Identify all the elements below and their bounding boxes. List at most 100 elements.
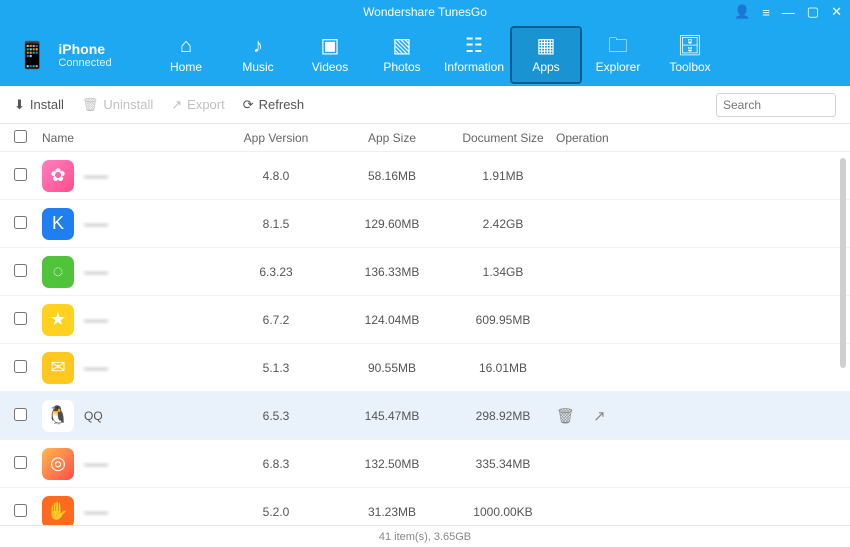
export-icon: ↗ — [171, 97, 182, 113]
app-size: 136.33MB — [334, 265, 450, 279]
doc-size: 2.42GB — [450, 217, 556, 231]
information-icon: ☷ — [465, 36, 483, 56]
install-icon: ⬇ — [14, 97, 25, 113]
app-size: 31.23MB — [334, 505, 450, 519]
window-title: Wondershare TunesGo — [0, 5, 850, 19]
table-row[interactable]: ◌——6.3.23136.33MB1.34GB — [0, 248, 850, 296]
app-size: 124.04MB — [334, 313, 450, 327]
app-icon: 🐧 — [42, 400, 74, 432]
search-input[interactable] — [723, 98, 850, 112]
menu-icon[interactable]: ≡ — [762, 5, 770, 20]
uninstall-button[interactable]: 🗑Uninstall — [82, 97, 153, 113]
app-icon: ★ — [42, 304, 74, 336]
tab-explorer[interactable]: 🗀 Explorer — [582, 24, 654, 86]
app-name: —— — [84, 457, 108, 471]
doc-size: 1.34GB — [450, 265, 556, 279]
home-icon: ⌂ — [180, 36, 192, 56]
app-icon: ✉ — [42, 352, 74, 384]
app-version: 8.1.5 — [218, 217, 334, 231]
app-version: 6.7.2 — [218, 313, 334, 327]
doc-size: 335.34MB — [450, 457, 556, 471]
app-version: 6.3.23 — [218, 265, 334, 279]
row-checkbox[interactable] — [14, 312, 27, 325]
app-icon: ✋ — [42, 496, 74, 526]
app-size: 58.16MB — [334, 169, 450, 183]
tab-label: Videos — [312, 60, 348, 74]
tab-photos[interactable]: ▧Photos — [366, 24, 438, 86]
tab-music[interactable]: ♪Music — [222, 24, 294, 86]
install-button[interactable]: ⬇Install — [14, 97, 64, 113]
search-box[interactable]: 🔍 — [716, 93, 836, 117]
row-checkbox[interactable] — [14, 168, 27, 181]
col-version[interactable]: App Version — [218, 131, 334, 145]
app-version: 5.2.0 — [218, 505, 334, 519]
row-checkbox[interactable] — [14, 264, 27, 277]
scroll-thumb[interactable] — [840, 158, 846, 368]
tab-information[interactable]: ☷ Information — [438, 24, 510, 86]
row-checkbox[interactable] — [14, 216, 27, 229]
delete-icon[interactable]: 🗑 — [556, 407, 575, 425]
toolbox-icon: 🗄 — [677, 36, 702, 56]
tab-label: Home — [170, 60, 202, 74]
doc-size: 298.92MB — [450, 409, 556, 423]
row-checkbox[interactable] — [14, 456, 27, 469]
table-row[interactable]: 🐧QQ6.5.3145.47MB298.92MB🗑↗ — [0, 392, 850, 440]
minimize-icon[interactable]: — — [782, 5, 795, 20]
scrollbar[interactable] — [840, 158, 846, 519]
maximize-icon[interactable]: ▢ — [807, 4, 819, 20]
app-name: —— — [84, 169, 108, 183]
doc-size: 1000.00KB — [450, 505, 556, 519]
apps-icon: ▦ — [537, 36, 556, 56]
app-name: —— — [84, 505, 108, 519]
tab-label: Explorer — [596, 60, 641, 74]
table-row[interactable]: ✋ —— 5.2.031.23MB1000.00KB — [0, 488, 850, 525]
user-icon[interactable]: 👤 — [734, 4, 750, 20]
explorer-icon: 🗀 — [608, 36, 628, 56]
table-row[interactable]: ✿——4.8.058.16MB1.91MB — [0, 152, 850, 200]
row-operations: 🗑↗ — [556, 407, 686, 425]
device-status: Connected — [58, 57, 111, 69]
row-checkbox[interactable] — [14, 360, 27, 373]
close-icon[interactable]: ✕ — [831, 4, 842, 20]
device-name: iPhone — [58, 41, 111, 57]
uninstall-icon: 🗑 — [82, 97, 99, 113]
videos-icon: ▣ — [321, 36, 340, 56]
table-row[interactable]: ✉——5.1.390.55MB16.01MB — [0, 344, 850, 392]
tab-toolbox[interactable]: 🗄Toolbox — [654, 24, 726, 86]
col-operation: Operation — [556, 131, 686, 145]
tab-videos[interactable]: ▣ Videos — [294, 24, 366, 86]
col-size[interactable]: App Size — [334, 131, 450, 145]
select-all-checkbox[interactable] — [14, 130, 27, 143]
col-name[interactable]: Name — [42, 131, 218, 145]
app-name: —— — [84, 313, 108, 327]
app-name: QQ — [84, 409, 103, 423]
app-version: 6.8.3 — [218, 457, 334, 471]
status-bar: 41 item(s), 3.65GB — [0, 525, 850, 547]
app-name: —— — [84, 265, 108, 279]
doc-size: 16.01MB — [450, 361, 556, 375]
share-icon[interactable]: ↗ — [593, 407, 606, 425]
doc-size: 609.95MB — [450, 313, 556, 327]
tab-home[interactable]: ⌂ Home — [150, 24, 222, 86]
table-row[interactable]: K——8.1.5129.60MB2.42GB — [0, 200, 850, 248]
refresh-button[interactable]: ⟳Refresh — [243, 97, 304, 113]
tab-label: Information — [444, 60, 504, 74]
app-name: —— — [84, 361, 108, 375]
doc-size: 1.91MB — [450, 169, 556, 183]
col-docsize[interactable]: Document Size — [450, 131, 556, 145]
table-row[interactable]: ◎——6.8.3132.50MB335.34MB — [0, 440, 850, 488]
app-size: 90.55MB — [334, 361, 450, 375]
app-icon: ✿ — [42, 160, 74, 192]
row-checkbox[interactable] — [14, 504, 27, 517]
app-icon: K — [42, 208, 74, 240]
table-row[interactable]: ★ —— 6.7.2124.04MB609.95MB — [0, 296, 850, 344]
export-button[interactable]: ↗Export — [171, 97, 224, 113]
app-icon: ◎ — [42, 448, 74, 480]
app-name: —— — [84, 217, 108, 231]
row-checkbox[interactable] — [14, 408, 27, 421]
app-version: 6.5.3 — [218, 409, 334, 423]
device-panel[interactable]: 📱 iPhone Connected — [0, 40, 150, 71]
music-icon: ♪ — [253, 36, 263, 56]
app-size: 145.47MB — [334, 409, 450, 423]
tab-apps[interactable]: ▦Apps — [510, 26, 582, 84]
